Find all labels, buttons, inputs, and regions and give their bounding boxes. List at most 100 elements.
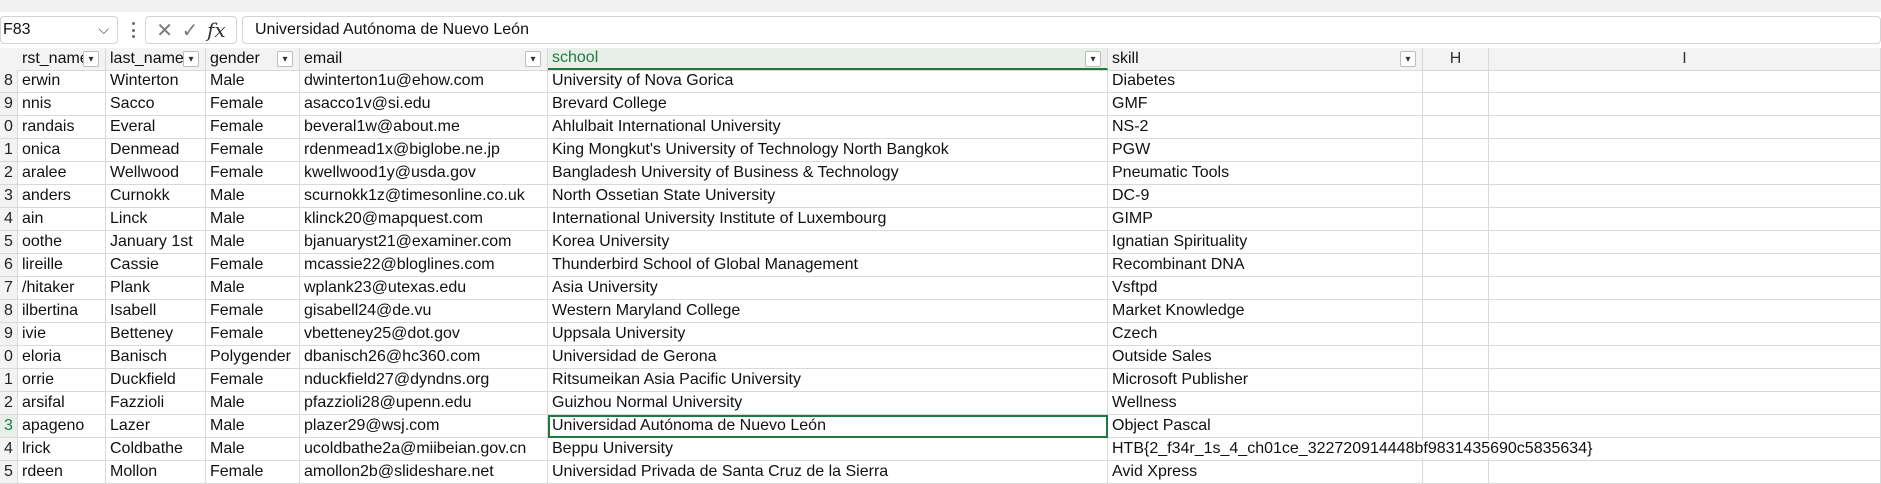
cell-skill[interactable]: Pneumatic Tools	[1108, 162, 1423, 185]
chevron-down-icon[interactable]: ⌵	[98, 21, 109, 38]
cell-school[interactable]: Ritsumeikan Asia Pacific University	[548, 369, 1108, 392]
filter-dropdown-icon[interactable]: ▾	[277, 51, 293, 67]
cell-skill[interactable]: Outside Sales	[1108, 346, 1423, 369]
column-header-email[interactable]: email ▾	[300, 48, 548, 70]
cell-first[interactable]: arsifal	[18, 392, 106, 415]
cell-H[interactable]	[1423, 300, 1489, 323]
cell-last[interactable]: January 1st	[106, 231, 206, 254]
cell-skill[interactable]: Czech	[1108, 323, 1423, 346]
cell-first[interactable]: lireille	[18, 254, 106, 277]
cell-email[interactable]: dwinterton1u@ehow.com	[300, 70, 548, 93]
cell-school[interactable]: Ahlulbait International University	[548, 116, 1108, 139]
cell-last[interactable]: Betteney	[106, 323, 206, 346]
row-header[interactable]: 9	[0, 323, 18, 346]
cell-I[interactable]	[1489, 116, 1881, 139]
cell-last[interactable]: Plank	[106, 277, 206, 300]
row-header[interactable]: 4	[0, 208, 18, 231]
cell-gender[interactable]: Female	[206, 162, 300, 185]
cell-H[interactable]	[1423, 93, 1489, 116]
cell-I[interactable]	[1489, 185, 1881, 208]
cell-skill[interactable]: DC-9	[1108, 185, 1423, 208]
cell-H[interactable]	[1423, 323, 1489, 346]
name-box[interactable]: F83 ⌵	[0, 16, 118, 44]
cell-skill[interactable]: PGW	[1108, 139, 1423, 162]
cell-email[interactable]: pfazzioli28@upenn.edu	[300, 392, 548, 415]
cell-first[interactable]: orrie	[18, 369, 106, 392]
cell-last[interactable]: Winterton	[106, 70, 206, 93]
column-header-i[interactable]: I	[1489, 48, 1881, 70]
cell-email[interactable]: klinck20@mapquest.com	[300, 208, 548, 231]
cell-I[interactable]	[1489, 415, 1881, 438]
cell-first[interactable]: rdeen	[18, 461, 106, 484]
cell-school[interactable]: Brevard College	[548, 93, 1108, 116]
cell-gender[interactable]: Female	[206, 461, 300, 484]
cell-first[interactable]: aralee	[18, 162, 106, 185]
cell-I[interactable]	[1489, 369, 1881, 392]
cell-email[interactable]: amollon2b@slideshare.net	[300, 461, 548, 484]
cell-first[interactable]: eloria	[18, 346, 106, 369]
cell-last[interactable]: Everal	[106, 116, 206, 139]
cell-email[interactable]: beveral1w@about.me	[300, 116, 548, 139]
column-header-h[interactable]: H	[1423, 48, 1489, 70]
more-options-icon[interactable]	[128, 22, 138, 38]
cell-email[interactable]: vbetteney25@dot.gov	[300, 323, 548, 346]
cell-gender[interactable]: Female	[206, 139, 300, 162]
cell-email[interactable]: plazer29@wsj.com	[300, 415, 548, 438]
cell-H[interactable]	[1423, 116, 1489, 139]
cell-gender[interactable]: Male	[206, 438, 300, 461]
row-header[interactable]: 0	[0, 116, 18, 139]
cell-H[interactable]	[1423, 415, 1489, 438]
cell-last[interactable]: Denmead	[106, 139, 206, 162]
cell-first[interactable]: randais	[18, 116, 106, 139]
cell-H[interactable]	[1423, 277, 1489, 300]
cell-school[interactable]: Western Maryland College	[548, 300, 1108, 323]
cell-school[interactable]: International University Institute of Lu…	[548, 208, 1108, 231]
cell-school[interactable]: Bangladesh University of Business & Tech…	[548, 162, 1108, 185]
cell-H[interactable]	[1423, 208, 1489, 231]
row-header[interactable]: 3	[0, 185, 18, 208]
cell-I[interactable]	[1489, 254, 1881, 277]
cell-first[interactable]: lrick	[18, 438, 106, 461]
cell-skill[interactable]: Ignatian Spirituality	[1108, 231, 1423, 254]
cell-H[interactable]	[1423, 162, 1489, 185]
cell-email[interactable]: nduckfield27@dyndns.org	[300, 369, 548, 392]
filter-dropdown-icon[interactable]: ▾	[1400, 51, 1416, 67]
row-header[interactable]: 2	[0, 392, 18, 415]
cell-gender[interactable]: Male	[206, 392, 300, 415]
cell-email[interactable]: dbanisch26@hc360.com	[300, 346, 548, 369]
cell-school[interactable]: Uppsala University	[548, 323, 1108, 346]
formula-input[interactable]: Universidad Autónoma de Nuevo León	[242, 16, 1881, 44]
cell-email[interactable]: ucoldbathe2a@miibeian.gov.cn	[300, 438, 548, 461]
cell-email[interactable]: gisabell24@de.vu	[300, 300, 548, 323]
cell-I[interactable]	[1489, 70, 1881, 93]
function-icon[interactable]: fx	[207, 18, 226, 42]
row-header[interactable]: 0	[0, 346, 18, 369]
row-header[interactable]: 7	[0, 277, 18, 300]
cell-school[interactable]: Thunderbird School of Global Management	[548, 254, 1108, 277]
cell-last[interactable]: Mollon	[106, 461, 206, 484]
cell-school[interactable]: Universidad de Gerona	[548, 346, 1108, 369]
row-header[interactable]: 6	[0, 254, 18, 277]
cell-I[interactable]	[1489, 277, 1881, 300]
cell-I[interactable]	[1489, 323, 1881, 346]
cell-email[interactable]: mcassie22@bloglines.com	[300, 254, 548, 277]
cell-I[interactable]	[1489, 139, 1881, 162]
cell-last[interactable]: Wellwood	[106, 162, 206, 185]
cell-first[interactable]: oothe	[18, 231, 106, 254]
cell-gender[interactable]: Female	[206, 93, 300, 116]
cell-email[interactable]: rdenmead1x@biglobe.ne.jp	[300, 139, 548, 162]
cell-gender[interactable]: Male	[206, 415, 300, 438]
cell-gender[interactable]: Female	[206, 254, 300, 277]
cell-gender[interactable]: Female	[206, 300, 300, 323]
cell-gender[interactable]: Female	[206, 369, 300, 392]
cell-last[interactable]: Fazzioli	[106, 392, 206, 415]
cell-skill[interactable]: HTB{2_f34r_1s_4_ch01ce_322720914448bf983…	[1108, 438, 1593, 461]
row-header[interactable]: 2	[0, 162, 18, 185]
row-header[interactable]: 1	[0, 139, 18, 162]
cell-gender[interactable]: Male	[206, 231, 300, 254]
enter-icon[interactable]: ✓	[182, 18, 199, 43]
row-header[interactable]: 5	[0, 231, 18, 254]
cell-last[interactable]: Cassie	[106, 254, 206, 277]
cell-I[interactable]	[1489, 300, 1881, 323]
cell-email[interactable]: bjanuaryst21@examiner.com	[300, 231, 548, 254]
